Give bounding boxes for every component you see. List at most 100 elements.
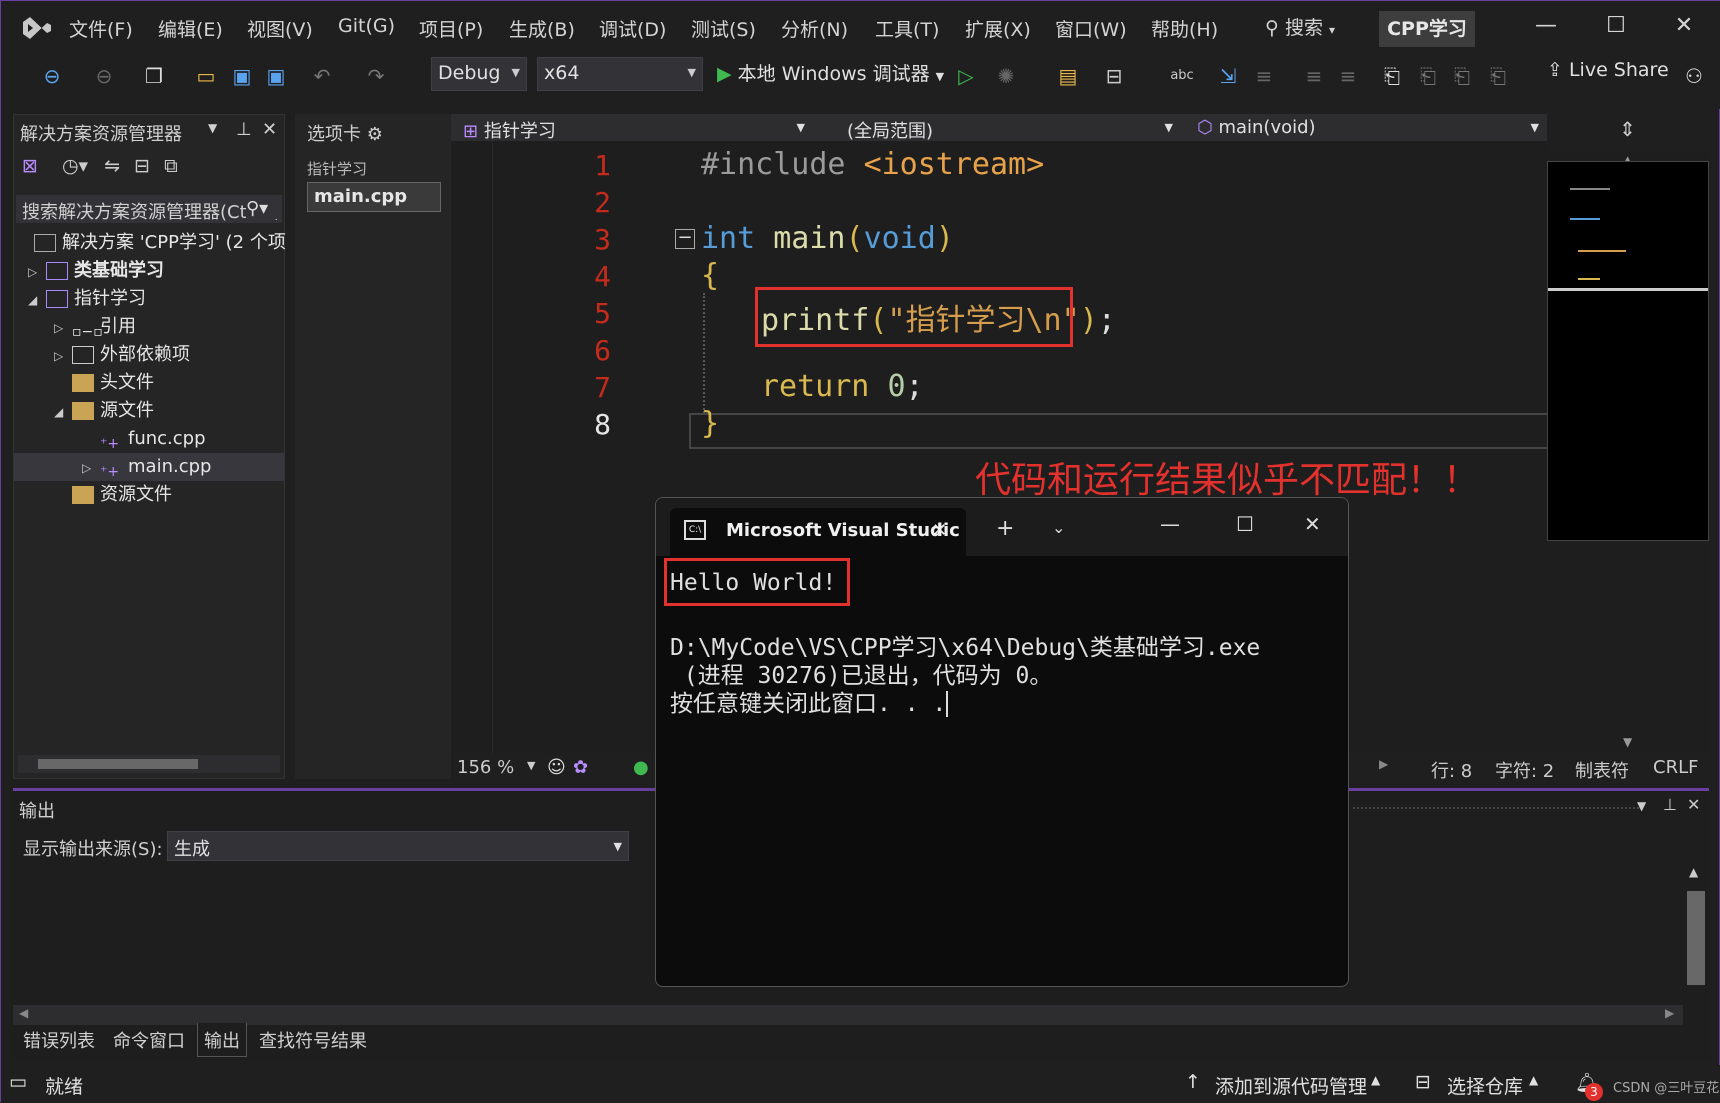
tab-output[interactable]: 输出 (197, 1023, 247, 1057)
tree-item-solution[interactable]: 解决方案 'CPP学习' (2 个项 (34, 229, 286, 257)
horizontal-scrollbar[interactable] (18, 755, 280, 773)
split-icon[interactable]: ⇕ (1619, 117, 1636, 141)
menu-analyze[interactable]: 分析(N) (781, 15, 848, 42)
tree-item-func-cpp[interactable]: ⁺+ func.cpp (100, 425, 206, 453)
pin-icon[interactable]: ⊥ (236, 119, 252, 140)
platform-dropdown[interactable]: x64 ▼ (537, 57, 703, 91)
config-dropdown[interactable]: Debug ▼ (431, 57, 527, 91)
expand-icon[interactable]: ▷ (82, 454, 100, 482)
intellisense-icon[interactable]: ✿ (573, 757, 588, 778)
tree-item-references[interactable]: ▷ ▫−▫引用 (54, 313, 136, 341)
select-repository-button[interactable]: 选择仓库 (1447, 1072, 1523, 1099)
add-to-source-control-button[interactable]: 添加到源代码管理 (1215, 1072, 1367, 1099)
scrollbar-thumb[interactable] (1687, 891, 1705, 985)
code-minimap[interactable] (1547, 161, 1709, 541)
expand-icon[interactable]: ▷ (28, 258, 46, 286)
indent-icon[interactable]: ≡ (1301, 63, 1327, 89)
nav-function-dropdown[interactable]: ⬡ main(void) ▼ (1191, 115, 1547, 141)
console-tab[interactable]: C:\ Microsoft Visual Studic ✕ (670, 508, 966, 556)
scroll-down-icon[interactable]: ▼ (1623, 735, 1632, 749)
history-icon[interactable]: ◷▾ (62, 155, 88, 177)
minimize-icon[interactable]: — (1531, 13, 1561, 38)
open-folder-icon[interactable]: ▭ (193, 63, 219, 89)
collapse-icon[interactable]: ◢ (28, 286, 46, 314)
dropdown-icon[interactable]: ▼ (1637, 799, 1646, 813)
expand-icon[interactable]: ▷ (54, 314, 72, 342)
tab-error-list[interactable]: 错误列表 (23, 1027, 95, 1053)
hot-reload-icon[interactable]: ✺ (993, 63, 1019, 89)
save-all-icon[interactable]: ▣ (263, 63, 289, 89)
chevron-down-icon[interactable]: ⌄ (1052, 518, 1065, 537)
dropdown-icon[interactable]: ▼ (208, 121, 217, 135)
visual-studio-logo-icon[interactable] (19, 11, 55, 45)
output-window-icon[interactable]: ▭ (9, 1071, 27, 1093)
outdent-icon[interactable]: ≡ (1335, 63, 1361, 89)
search-button[interactable]: ⚲ 搜索 ▾ (1265, 13, 1365, 43)
comment-icon[interactable]: ≡ (1251, 63, 1277, 89)
live-share-button[interactable]: ⇪ Live Share (1547, 59, 1669, 81)
minimize-icon[interactable]: — (1160, 512, 1180, 536)
close-icon[interactable]: ✕ (1304, 512, 1321, 536)
output-horizontal-scrollbar[interactable]: ◀ ▶ (13, 1005, 1683, 1025)
tree-item-source-files[interactable]: ◢ 源文件 (54, 397, 154, 425)
indent-mode[interactable]: 制表符 (1575, 757, 1629, 783)
expand-icon[interactable]: ▷ (54, 342, 72, 370)
gear-icon[interactable]: ⚙ (367, 124, 383, 145)
nav-project-dropdown[interactable]: ⊞ 指针学习 ▼ (457, 115, 813, 142)
show-all-icon[interactable]: ⧉ (164, 155, 178, 177)
tree-item-header-files[interactable]: 头文件 (72, 369, 154, 397)
scroll-right-icon[interactable]: ▶ (1665, 1006, 1674, 1020)
close-icon[interactable]: ✕ (262, 119, 277, 140)
chevron-up-icon[interactable]: ▲ (1371, 1073, 1380, 1087)
new-tab-icon[interactable]: + (996, 516, 1014, 541)
tab-command-window[interactable]: 命令窗口 (113, 1027, 185, 1053)
prev-bookmark-icon[interactable]: ⎗ (1415, 63, 1441, 89)
vs-switch-views-icon[interactable]: ⊠ (22, 155, 38, 177)
redo-icon[interactable]: ↷ (363, 63, 389, 89)
menu-window[interactable]: 窗口(W) (1055, 15, 1127, 42)
tree-item-main-cpp[interactable]: ▷ ⁺+ main.cpp (14, 453, 284, 481)
collapse-icon[interactable]: ⊟ (134, 155, 150, 177)
folder-view-icon[interactable]: ▤ (1055, 63, 1081, 89)
output-vertical-scrollbar[interactable]: ▲ (1683, 865, 1709, 1005)
nav-scope-dropdown[interactable]: (全局范围) ▼ (841, 115, 1181, 142)
line-ending[interactable]: CRLF (1653, 757, 1698, 778)
collapse-icon[interactable]: ◢ (54, 398, 72, 426)
cursor-line[interactable]: 行: 8 (1431, 757, 1472, 783)
layout-icon[interactable]: ⊟ (1101, 63, 1127, 89)
collapse-code-icon[interactable]: − (675, 229, 695, 249)
close-tab-icon[interactable]: ✕ (932, 520, 947, 541)
spellcheck-icon[interactable]: abc (1169, 63, 1195, 89)
menu-test[interactable]: 测试(S) (691, 15, 756, 42)
maximize-icon[interactable]: ☐ (1601, 13, 1631, 38)
cursor-char[interactable]: 字符: 2 (1495, 757, 1554, 783)
console-window[interactable]: C:\ Microsoft Visual Studic ✕ + ⌄ — ☐ ✕ … (655, 497, 1349, 987)
close-icon[interactable]: ✕ (1669, 13, 1699, 38)
menu-file[interactable]: 文件(F) (69, 15, 133, 42)
save-icon[interactable]: ▣ (229, 63, 255, 89)
menu-edit[interactable]: 编辑(E) (158, 15, 223, 42)
solution-search-input[interactable]: 搜索解决方案资源管理器(Ctrl+;) (16, 195, 282, 223)
start-debugging-button[interactable]: ▶ 本地 Windows 调试器 ▼ (717, 59, 944, 86)
tab-main-cpp[interactable]: main.cpp (307, 182, 441, 212)
next-bookmark-icon[interactable]: ⎗ (1449, 63, 1475, 89)
tree-item-project-pointer[interactable]: ◢ 指针学习 (28, 285, 146, 313)
scrollbar-thumb[interactable] (38, 759, 198, 769)
menu-project[interactable]: 项目(P) (419, 15, 483, 42)
back-icon[interactable]: ⊖ (39, 63, 65, 89)
forward-icon[interactable]: ⊖ (91, 63, 117, 89)
tab-find-symbol-results[interactable]: 查找符号结果 (259, 1027, 367, 1053)
search-icon[interactable]: ⚲▾ (246, 198, 282, 219)
no-issues-icon[interactable]: ● (633, 757, 649, 778)
menu-tools[interactable]: 工具(T) (875, 15, 939, 42)
scroll-right-icon[interactable]: ▶ (1379, 757, 1388, 771)
start-without-debugging-icon[interactable]: ▷ (953, 63, 979, 89)
menu-build[interactable]: 生成(B) (509, 15, 575, 42)
copilot-icon[interactable]: ☺ (547, 757, 566, 778)
chevron-down-icon[interactable]: ▼ (527, 759, 535, 772)
scroll-up-icon[interactable]: ▲ (1689, 865, 1698, 879)
step-icon[interactable]: ⇲ (1215, 63, 1241, 89)
chevron-up-icon[interactable]: ▲ (1529, 1073, 1538, 1087)
scroll-left-icon[interactable]: ◀ (19, 1006, 28, 1020)
tree-item-resource-files[interactable]: 资源文件 (72, 481, 172, 509)
